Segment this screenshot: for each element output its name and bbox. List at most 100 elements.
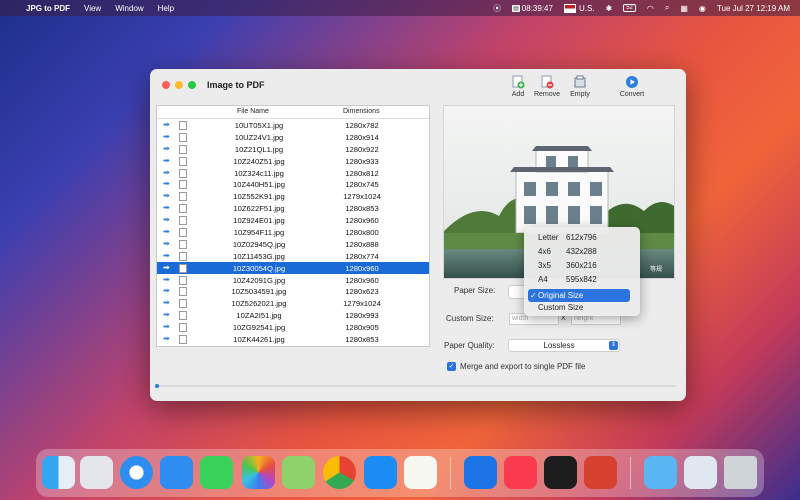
paper-option[interactable]: 3x5 360x216 [538,261,597,270]
menu-help[interactable]: Help [158,4,174,13]
dock-safari[interactable] [120,456,153,489]
menu-view[interactable]: View [84,4,101,13]
remove-file-icon [540,75,554,89]
dimensions-cell: 1280x853 [345,204,379,214]
dock-jpg-to-pdf[interactable] [584,456,617,489]
convert-button[interactable]: Convert [615,75,649,98]
arrow-right-icon: ➡ [163,155,170,165]
zoom-button[interactable] [188,81,196,89]
empty-button[interactable]: Empty [563,75,597,98]
paper-option[interactable]: A4 595x842 [538,275,597,284]
close-button[interactable] [162,81,170,89]
image-file-icon [179,121,187,130]
bluetooth-icon[interactable]: ✱ [606,4,613,13]
image-file-icon [179,275,187,285]
dimensions-cell: 1280x933 [345,156,379,166]
table-row[interactable]: ➡ 10ZG92541.jpg 1280x905 [157,321,429,333]
dock-maps[interactable] [282,456,315,489]
file-name-cell: 10UZ24V1.jpg [234,132,284,142]
dock-folder[interactable] [644,456,677,489]
menu-window[interactable]: Window [115,4,143,13]
horizontal-scrollbar[interactable] [156,385,676,387]
paper-option[interactable]: Letter 612x796 [538,233,597,242]
file-name-cell: 10Z324c11.jpg [234,168,284,178]
scroll-knob[interactable] [155,384,159,388]
paper-option[interactable]: 4x6 432x288 [538,247,597,256]
image-file-icon [179,192,187,202]
table-row[interactable]: ➡ 10Z30054Q.jpg 1280x960 [157,261,429,274]
image-file-icon [179,228,187,238]
table-row[interactable]: ➡ 10ZK44261.jpg 1280x853 [157,333,429,345]
arrow-right-icon: ➡ [163,262,170,272]
dock-textedit[interactable] [404,456,437,489]
file-name-cell: 10Z30054Q.jpg [232,263,286,273]
merge-checkbox[interactable]: ✓ [447,362,456,371]
battery-status[interactable]: 52 [623,4,636,12]
dock-finder[interactable] [42,456,75,489]
dimensions-cell: 1280x623 [345,287,379,297]
select-arrows-icon: ⇕ [609,341,618,350]
dock-photos[interactable] [242,456,275,489]
hotspot-icon[interactable]: ⦿ [493,3,501,14]
arrow-right-icon: ➡ [163,203,170,213]
dock-mail[interactable] [160,456,193,489]
table-row[interactable]: ➡ 10Z552K91.jpg 1279x1024 [157,190,429,202]
image-file-icon [179,132,187,142]
arrow-right-icon: ➡ [163,143,170,153]
wifi-icon[interactable]: ◠ [647,4,654,13]
dock-music[interactable] [504,456,537,489]
table-row[interactable]: ➡ 10Z622F51.jpg 1280x853 [157,202,429,214]
dimensions-cell: 1280x960 [345,275,379,285]
minimize-button[interactable] [175,81,183,89]
file-list[interactable]: File Name Dimensions ➡ 10UT05X1.jpg 1280x7… [156,105,430,347]
table-row[interactable]: ➡ 10Z440H51.jpg 1280x745 [157,178,429,190]
size-separator: X [561,315,566,322]
column-dimensions[interactable]: Dimensions [343,108,380,115]
table-row[interactable]: ➡ 10Z954F11.jpg 1280x800 [157,226,429,238]
dock [36,449,764,497]
dock-chrome[interactable] [323,456,356,489]
paper-size-label: Paper Size: [454,286,496,295]
dock-launchpad[interactable] [80,456,113,489]
quality-select[interactable]: Lossless ⇕ [508,339,620,352]
table-row[interactable]: ➡ 10UT05X1.jpg 1280x782 [157,119,429,131]
merge-label[interactable]: Merge and export to single PDF file [460,362,585,371]
file-name-cell: 10Z02945Q.jpg [232,239,286,249]
file-name-cell: 10Z5034591.jpg [231,287,287,297]
table-row[interactable]: ➡ 10Z240Z51.jpg 1280x933 [157,155,429,167]
dock-terminal[interactable] [544,456,577,489]
paper-option[interactable]: Custom Size [538,303,583,312]
dock-preview[interactable] [684,456,717,489]
dock-trash[interactable] [724,456,757,489]
arrow-right-icon: ➡ [163,191,170,201]
input-source[interactable]: U.S. [563,3,595,13]
remove-button[interactable]: Remove [530,75,564,98]
spotlight-icon[interactable]: ⌕ [665,3,669,13]
dock-separator-2 [630,457,631,489]
table-row[interactable]: ➡ 10Z5262021.jpg 1279x1024 [157,297,429,309]
timer-status[interactable]: ▤ 08:39:47 [512,4,553,13]
table-row[interactable]: ➡ 10Z42091G.jpg 1280x960 [157,274,429,286]
arrow-right-icon: ➡ [163,250,170,260]
arrow-right-icon: ➡ [163,215,170,225]
table-row[interactable]: ➡ 10Z324c11.jpg 1280x812 [157,167,429,179]
quality-label: Paper Quality: [444,341,495,350]
control-center-icon[interactable]: ▦ [680,4,688,13]
table-row[interactable]: ➡ 10UZ24V1.jpg 1280x914 [157,131,429,143]
siri-icon[interactable]: ◉ [699,4,706,13]
table-row[interactable]: ➡ 10Z11453G.jpg 1280x774 [157,250,429,262]
table-row[interactable]: ➡ 10Z21QL1.jpg 1280x922 [157,143,429,155]
dock-messages[interactable] [200,456,233,489]
table-row[interactable]: ➡ 10Z5034591.jpg 1280x623 [157,285,429,297]
app-menu[interactable]: JPG to PDF [26,4,70,13]
table-row[interactable]: ➡ 10Z02945Q.jpg 1280x888 [157,238,429,250]
dock-xcode[interactable] [464,456,497,489]
column-file-name[interactable]: File Name [237,108,269,115]
arrow-right-icon: ➡ [163,334,170,344]
title-bar: Image to PDF Add Remove Empty Convert [150,69,686,103]
menubar-clock[interactable]: Tue Jul 27 12:19 AM [717,4,790,13]
dock-app-store[interactable] [364,456,397,489]
paper-option[interactable]: ✓ Original Size [528,289,630,302]
table-row[interactable]: ➡ 10Z924E01.jpg 1280x960 [157,214,429,226]
table-row[interactable]: ➡ 10ZA2I51.jpg 1280x993 [157,309,429,321]
